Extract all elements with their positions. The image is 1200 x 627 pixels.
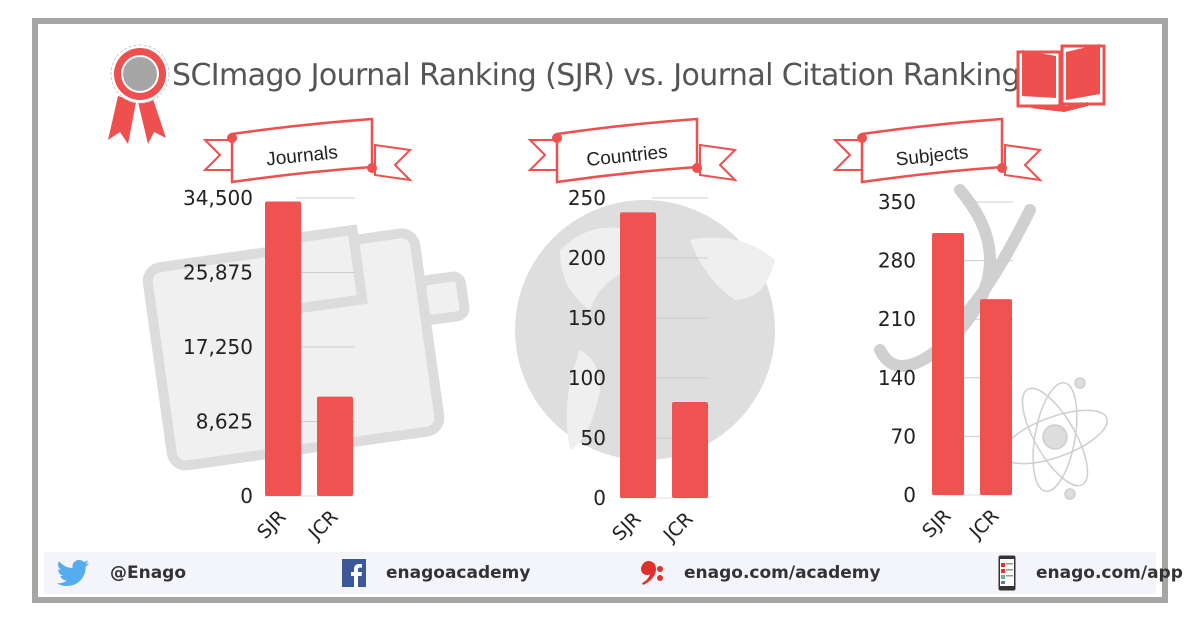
x-tick-label: SJR	[608, 508, 645, 545]
atom-nucleus	[1042, 424, 1068, 450]
y-tick-label: 0	[903, 483, 916, 507]
ribbon-fold	[997, 163, 1007, 173]
atom-electron	[1074, 377, 1086, 389]
notebook-clasp	[416, 271, 470, 325]
ribbon-tail-right	[699, 143, 738, 182]
facebook-icon	[342, 559, 366, 587]
chart-subjects: 0 70 140 210 280 350 SJR JCR Subjects	[832, 117, 1043, 544]
website-link[interactable]: enago.com/academy	[684, 563, 881, 583]
x-tick-label: JCR	[659, 508, 698, 547]
y-tick-label: 0	[593, 486, 606, 510]
y-tick-label: 70	[891, 424, 916, 448]
footer-twitter[interactable]: @Enago	[56, 552, 186, 594]
ribbon-tail-right	[1004, 143, 1043, 182]
footer-app[interactable]: enago.com/app	[998, 552, 1183, 594]
charts-area: 0 8,625 17,250 25,875 34,500 SJR JCR Journals 0 5…	[142, 117, 1108, 547]
x-tick-label: JCR	[965, 505, 1004, 544]
y-tick-label: 17,250	[183, 335, 253, 359]
footer-bar: @Enago enagoacademy enago.com/academy en…	[44, 552, 1183, 594]
x-tick-label: SJR	[253, 506, 290, 543]
y-tick-label: 350	[878, 190, 916, 214]
atom-electron	[1064, 488, 1076, 500]
enago-logo-icon	[641, 561, 663, 585]
ribbon-fold	[227, 133, 237, 143]
footer-facebook[interactable]: enagoacademy	[342, 552, 530, 594]
bar-sjr	[932, 232, 964, 495]
y-tick-label: 8,625	[196, 410, 253, 434]
y-tick-label: 280	[878, 249, 916, 273]
atom-icon	[1002, 377, 1108, 500]
ribbon-banner: Countries	[527, 117, 738, 184]
y-tick-label: 150	[568, 306, 606, 330]
ribbon-fold	[367, 163, 377, 173]
y-tick-label: 100	[568, 366, 606, 390]
facebook-page[interactable]: enagoacademy	[386, 563, 530, 583]
x-tick-label: SJR	[918, 505, 955, 542]
ribbon-fold	[857, 133, 867, 143]
ribbon-banner: Subjects	[832, 117, 1043, 184]
y-tick-label: 25,875	[183, 261, 253, 285]
bar-jcr	[980, 299, 1012, 495]
bar-sjr	[620, 212, 656, 498]
footer-website[interactable]: enago.com/academy	[638, 552, 881, 594]
ribbon-tail-right	[374, 143, 413, 182]
app-link[interactable]: enago.com/app	[1036, 563, 1183, 583]
twitter-handle[interactable]: @Enago	[110, 563, 186, 583]
mobile-app-icon	[998, 555, 1016, 591]
bar-jcr	[317, 396, 353, 496]
ribbon-fold	[692, 163, 702, 173]
twitter-icon	[56, 560, 89, 586]
bar-jcr	[672, 402, 708, 498]
y-tick-label: 34,500	[183, 186, 253, 210]
x-tick-label: JCR	[304, 506, 343, 545]
y-tick-label: 250	[568, 186, 606, 210]
y-tick-label: 50	[581, 426, 606, 450]
bar-sjr	[265, 201, 301, 496]
y-tick-label: 210	[878, 307, 916, 331]
y-tick-label: 200	[568, 246, 606, 270]
ribbon-fold	[552, 133, 562, 143]
y-tick-label: 140	[878, 366, 916, 390]
ribbon-banner: Journals	[202, 117, 413, 184]
y-tick-label: 0	[240, 484, 253, 508]
